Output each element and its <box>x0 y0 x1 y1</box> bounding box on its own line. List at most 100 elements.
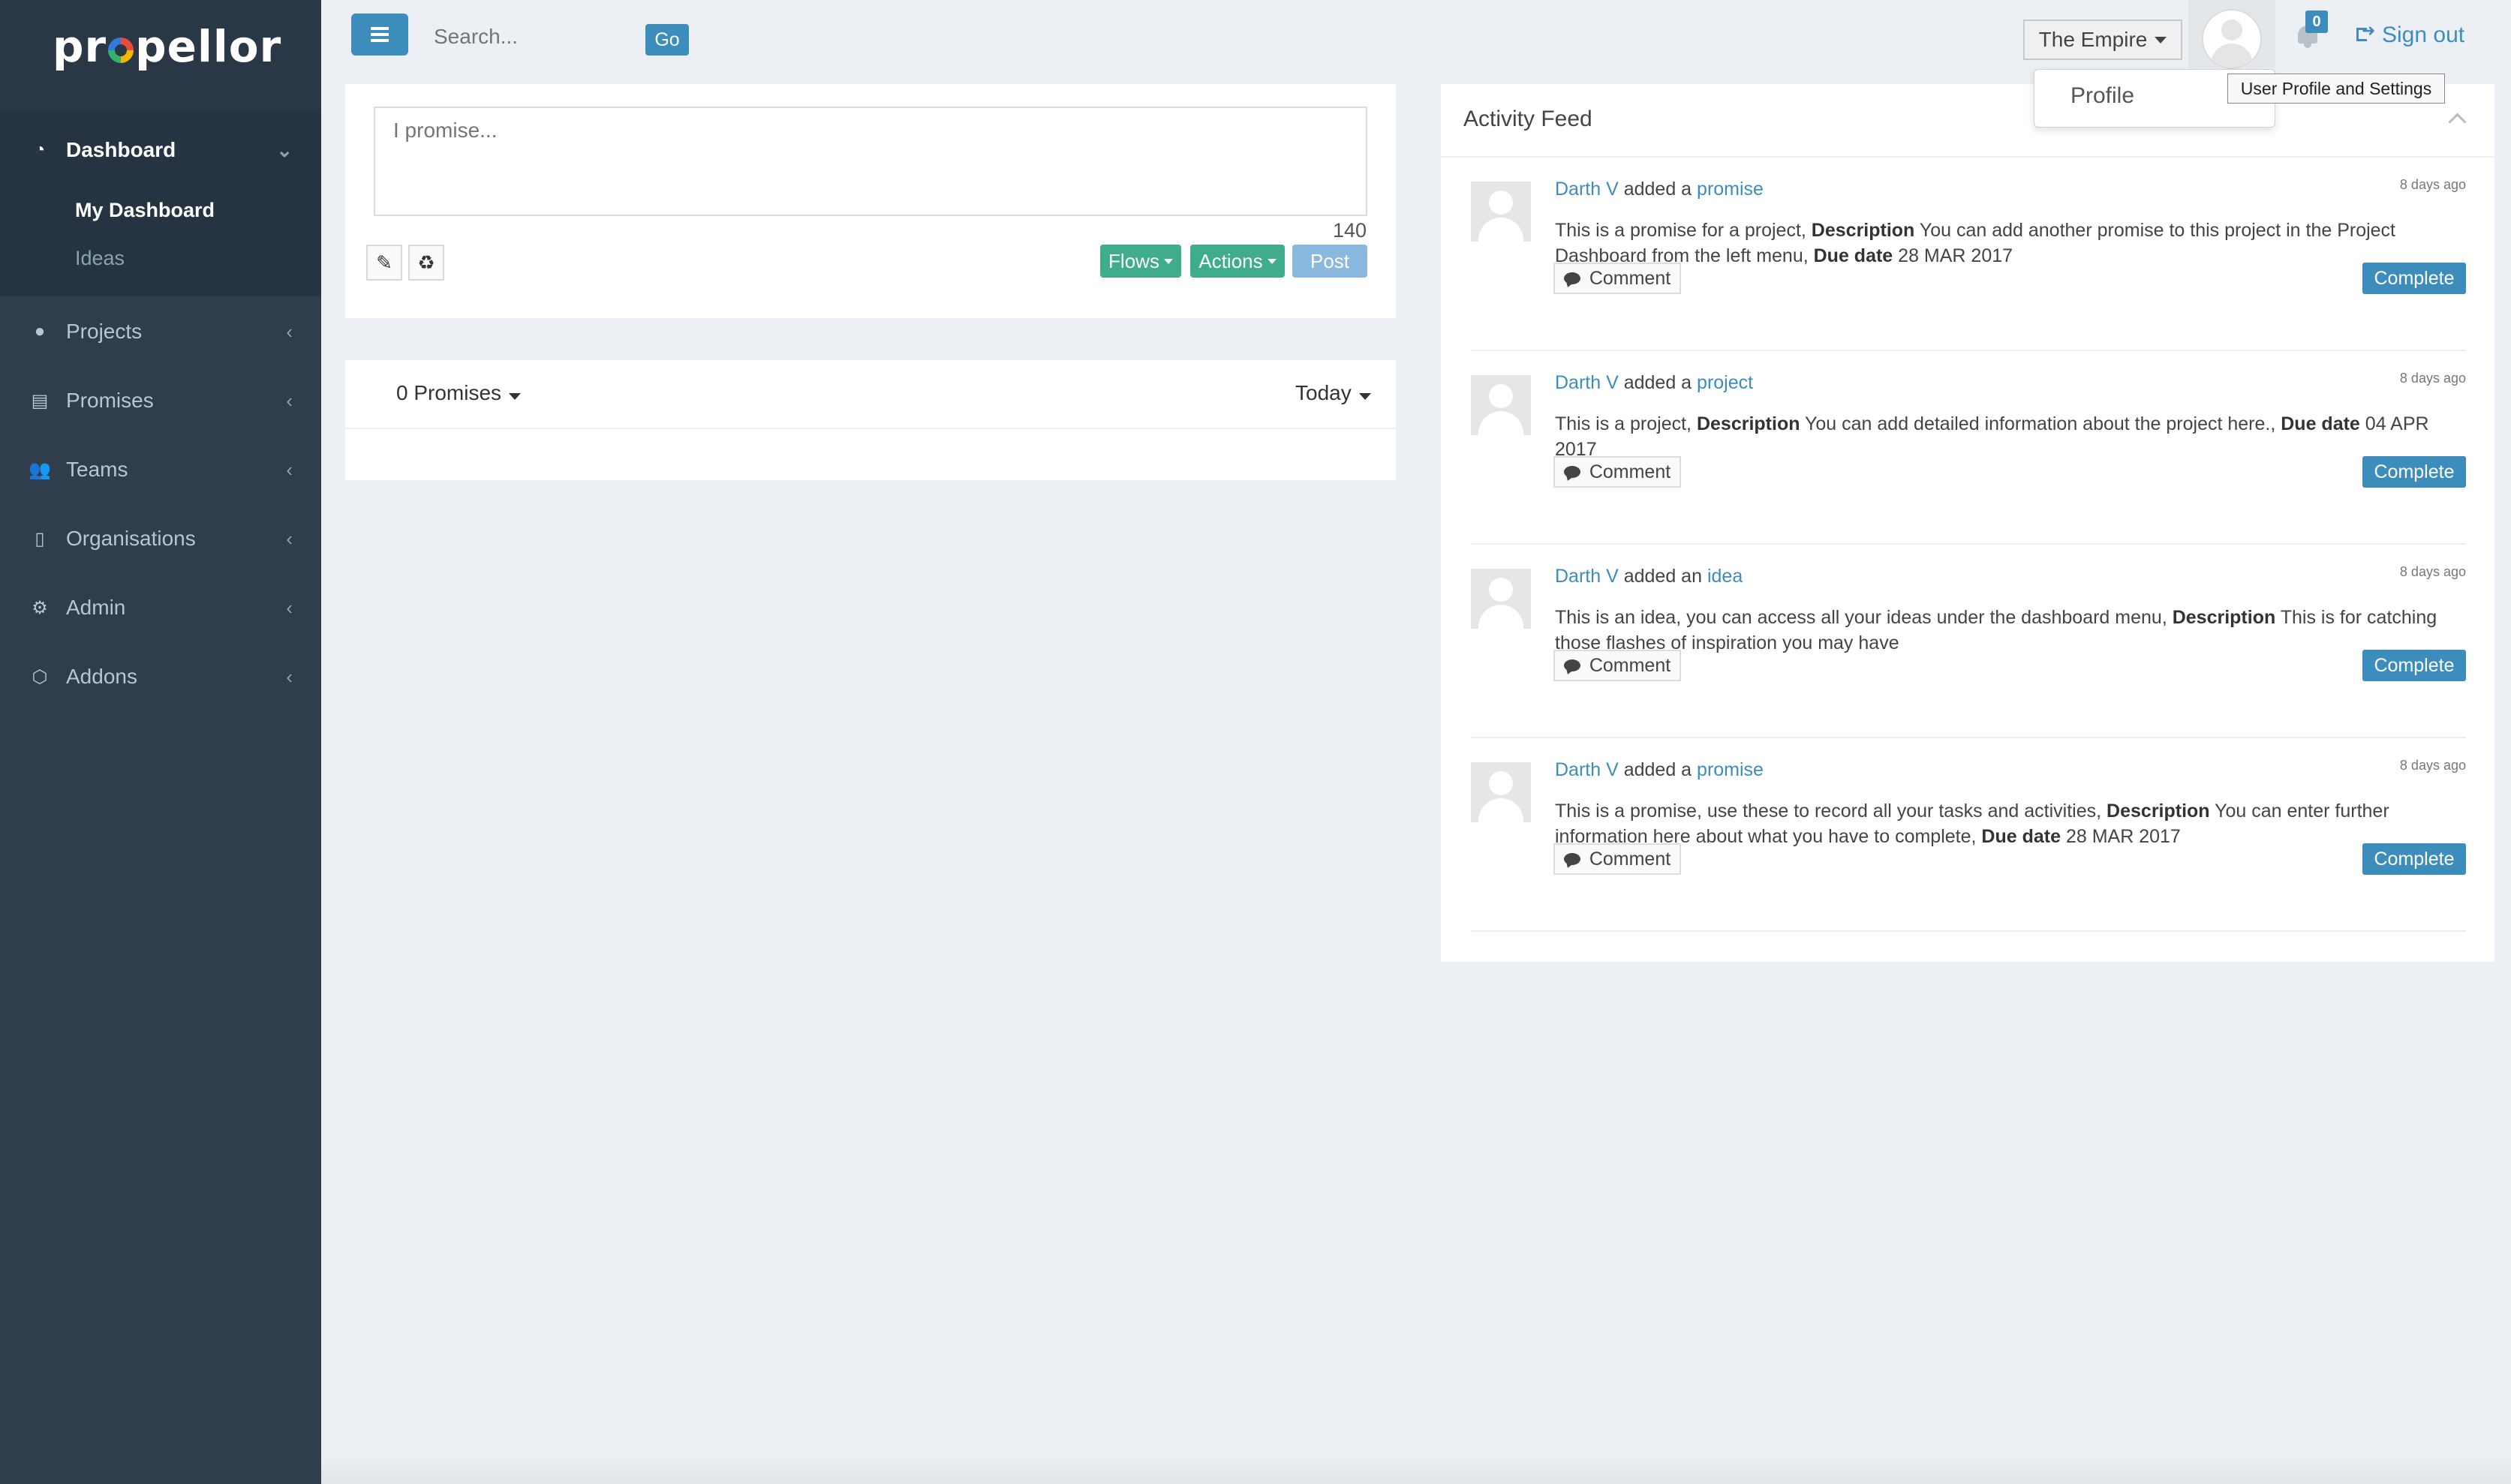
chevron-left-icon: ‹ <box>286 527 293 550</box>
feed-user-link[interactable]: Darth V <box>1555 372 1619 393</box>
sidebar-item-organisations[interactable]: ▯ Organisations ‹ <box>0 516 321 561</box>
comment-icon <box>1563 466 1580 478</box>
feed-verb: added a <box>1623 759 1692 780</box>
feed-item-body: This is a project, Description You can a… <box>1555 411 2448 462</box>
sidebar-item-projects[interactable]: ● Projects ‹ <box>0 309 321 354</box>
sidebar-subitem-my-dashboard[interactable]: My Dashboard <box>75 199 215 222</box>
feed-item-divider <box>1471 930 2466 932</box>
comment-label: Comment <box>1589 848 1671 870</box>
comment-label: Comment <box>1589 654 1671 676</box>
feed-verb: added a <box>1623 179 1692 200</box>
promises-count-label: 0 Promises <box>396 381 502 404</box>
comment-button[interactable]: Comment <box>1553 843 1681 875</box>
promises-icon: ▤ <box>31 390 49 411</box>
user-avatar-icon <box>1471 762 1531 822</box>
projects-icon: ● <box>34 321 46 341</box>
feed-timestamp: 8 days ago <box>2399 371 2466 386</box>
activity-feed-title: Activity Feed <box>1463 107 1592 131</box>
complete-button[interactable]: Complete <box>2362 843 2466 875</box>
actions-dropdown-button[interactable]: Actions <box>1190 245 1285 278</box>
search-go-button[interactable]: Go <box>645 24 689 56</box>
chevron-left-icon: ‹ <box>286 596 293 619</box>
notifications-count-badge: 0 <box>2305 11 2328 33</box>
period-dropdown[interactable]: Today <box>1295 381 1371 405</box>
sidebar-item-dashboard[interactable]: ◔ Dashboard ⌄ <box>0 128 321 173</box>
feed-object-link[interactable]: promise <box>1697 179 1764 200</box>
chevron-left-icon: ‹ <box>286 320 293 343</box>
feed-body-intro: This is an idea, you can access all your… <box>1555 607 2167 628</box>
promises-panel <box>345 360 1396 480</box>
dashboard-icon: ◔ <box>34 140 46 160</box>
magic-wand-button[interactable]: ✎ <box>366 245 402 281</box>
sign-out-link[interactable]: Sign out <box>2356 21 2464 48</box>
page-footer-strip <box>321 1455 2511 1484</box>
feed-timestamp: 8 days ago <box>2399 758 2466 773</box>
menu-toggle-button[interactable] <box>351 14 408 56</box>
promise-input[interactable] <box>374 107 1367 216</box>
period-label: Today <box>1295 381 1352 404</box>
feed-verb: added a <box>1623 372 1692 393</box>
feed-user-link[interactable]: Darth V <box>1555 759 1619 780</box>
user-avatar-button[interactable] <box>2188 0 2275 69</box>
sidebar-item-admin[interactable]: ⚙ Admin ‹ <box>0 585 321 630</box>
chevron-left-icon: ‹ <box>286 389 293 412</box>
hamburger-icon <box>371 33 389 36</box>
feed-description-label: Description <box>1811 220 1915 241</box>
sidebar-item-label: Organisations <box>66 527 196 550</box>
caret-down-icon <box>509 392 522 400</box>
organisations-icon: ▯ <box>35 528 45 549</box>
feed-body-intro: This is a project, <box>1555 413 1692 434</box>
feed-item-body: This is a promise, use these to record a… <box>1555 798 2448 849</box>
feed-item-headline: Darth V added an idea <box>1555 566 1743 587</box>
chevron-left-icon: ‹ <box>286 458 293 481</box>
complete-button[interactable]: Complete <box>2362 650 2466 681</box>
feed-object-link[interactable]: promise <box>1697 759 1764 780</box>
complete-button[interactable]: Complete <box>2362 263 2466 294</box>
character-counter: 140 <box>1333 219 1367 242</box>
feed-due-value: 28 MAR 2017 <box>1898 245 2013 266</box>
sidebar-item-label: Promises <box>66 389 154 412</box>
sign-out-icon <box>2356 21 2375 44</box>
flows-dropdown-button[interactable]: Flows <box>1100 245 1181 278</box>
feed-user-link[interactable]: Darth V <box>1555 566 1619 587</box>
feed-description-text: You can add detailed information about t… <box>1805 413 2276 434</box>
bell-clapper <box>2304 44 2311 48</box>
feed-timestamp: 8 days ago <box>2399 177 2466 192</box>
sidebar-subitem-ideas[interactable]: Ideas <box>75 247 125 270</box>
feed-timestamp: 8 days ago <box>2399 564 2466 579</box>
comment-button[interactable]: Comment <box>1553 263 1681 294</box>
promises-count-dropdown[interactable]: 0 Promises <box>396 381 522 405</box>
comment-button[interactable]: Comment <box>1553 650 1681 681</box>
feed-user-link[interactable]: Darth V <box>1555 179 1619 200</box>
feed-verb: added an <box>1623 566 1702 587</box>
user-settings-tooltip: User Profile and Settings <box>2227 74 2445 104</box>
addons-icon: ⬡ <box>32 666 48 687</box>
app-logo[interactable]: pr pellor <box>53 21 281 72</box>
feed-description-label: Description <box>2172 607 2276 628</box>
chevron-left-icon: ‹ <box>286 665 293 688</box>
search-input[interactable] <box>432 21 623 53</box>
comment-button[interactable]: Comment <box>1553 456 1681 488</box>
user-avatar-icon <box>1471 182 1531 242</box>
sidebar-item-label: Addons <box>66 665 137 688</box>
sidebar-item-addons[interactable]: ⬡ Addons ‹ <box>0 654 321 699</box>
feed-object-link[interactable]: idea <box>1707 566 1743 587</box>
sidebar-item-label: Projects <box>66 320 143 343</box>
post-button[interactable]: Post <box>1292 245 1367 278</box>
organisation-select[interactable]: The Empire <box>2023 20 2182 60</box>
feed-item: Darth V added an idea 8 days ago This is… <box>1471 545 2466 738</box>
feed-object-link[interactable]: project <box>1697 372 1753 393</box>
caret-down-icon <box>2155 36 2167 44</box>
magic-wand-icon: ✎ <box>376 251 392 274</box>
sidebar-item-label: Dashboard <box>66 138 176 161</box>
menu-item-profile[interactable]: Profile <box>2070 83 2134 109</box>
comment-label: Comment <box>1589 267 1671 289</box>
user-avatar-icon <box>1471 569 1531 629</box>
gear-icon: ⚙ <box>32 597 48 618</box>
sidebar-item-promises[interactable]: ▤ Promises ‹ <box>0 378 321 423</box>
feed-body-intro: This is a promise, use these to record a… <box>1555 801 2102 822</box>
sidebar-item-label: Admin <box>66 596 126 619</box>
complete-button[interactable]: Complete <box>2362 456 2466 488</box>
sidebar-item-teams[interactable]: 👥 Teams ‹ <box>0 447 321 492</box>
recycle-button[interactable]: ♻ <box>408 245 444 281</box>
